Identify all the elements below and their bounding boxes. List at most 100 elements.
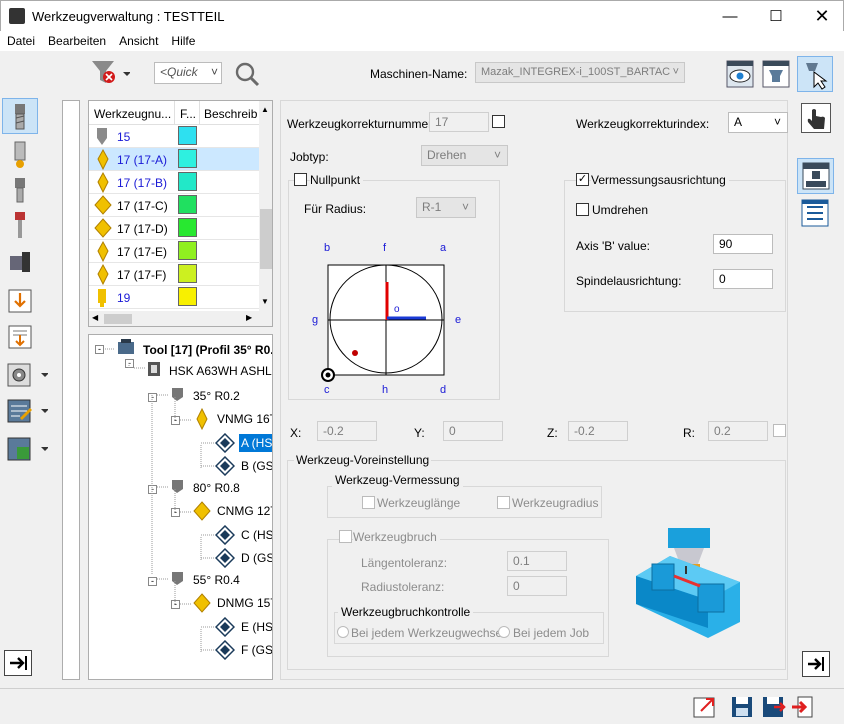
spindel-field[interactable]: 0 <box>713 269 773 289</box>
y-field[interactable]: 0 <box>443 421 503 441</box>
table-row[interactable]: 17 (17-B) <box>89 171 259 194</box>
col-header-description[interactable]: Beschreib <box>204 107 257 121</box>
vermessung-checkbox[interactable]: ✓ <box>576 173 589 186</box>
nullpunkt-checkbox[interactable] <box>294 173 307 186</box>
measure-icon <box>802 162 830 190</box>
export-button[interactable] <box>692 695 718 719</box>
menu-bar: Datei Bearbeiten Ansicht Hilfe <box>0 31 844 51</box>
tool-type-turning-button[interactable] <box>4 248 36 278</box>
tree-connectors <box>105 348 215 652</box>
table-vscrollbar[interactable]: ▲ ▼ <box>259 101 272 311</box>
machine-name-label: Maschinen-Name: <box>370 67 468 81</box>
radius-checkbox[interactable] <box>497 496 510 509</box>
radio-werkzeugwechsel[interactable] <box>337 626 349 638</box>
import-button[interactable] <box>4 286 36 316</box>
voreinstellung-label: Werkzeug-Voreinstellung <box>294 453 432 467</box>
r-field[interactable]: 0.2 <box>708 421 768 441</box>
axis-b-field[interactable]: 90 <box>713 234 773 254</box>
search-icon <box>235 62 260 87</box>
x-field[interactable]: -0.2 <box>317 421 377 441</box>
maximize-button[interactable]: ☐ <box>753 1 799 32</box>
col-header-color[interactable]: F... <box>180 107 196 121</box>
tool-settings-dropdown[interactable] <box>4 360 49 390</box>
radius-value: R-1 <box>422 200 442 214</box>
radio-job[interactable] <box>498 626 510 638</box>
table-row[interactable]: 17 (17-F) <box>89 263 259 286</box>
col-header-number[interactable]: Werkzeugnu... <box>94 107 171 121</box>
r-checkbox[interactable] <box>773 424 786 437</box>
tool-type-drill-button[interactable] <box>4 140 36 170</box>
view-button[interactable] <box>722 56 758 92</box>
z-field[interactable]: -0.2 <box>568 421 628 441</box>
y-label: Y: <box>414 426 425 440</box>
dial-d[interactable]: d <box>440 384 446 396</box>
dial-b[interactable]: b <box>324 242 330 254</box>
table-row[interactable]: 17 (17-C) <box>89 194 259 217</box>
tool-color-swatch <box>178 195 197 214</box>
umdrehen-checkbox[interactable] <box>576 203 589 216</box>
import-list-button[interactable] <box>4 322 36 352</box>
dial-h[interactable]: h <box>382 384 388 396</box>
zero-point-dial[interactable] <box>300 232 470 402</box>
save-button[interactable] <box>729 695 755 719</box>
insert-diamond-icon <box>97 148 109 170</box>
filter-icon <box>92 61 131 83</box>
table-row[interactable]: 17 (17-A) <box>89 148 259 171</box>
machine-name-select[interactable]: Mazak_INTEGREX-i_100ST_BARTAC ˅ <box>475 62 685 83</box>
tool-type-tap-button[interactable] <box>4 210 36 240</box>
korr-idx-value: A <box>734 115 743 129</box>
hand-button[interactable] <box>801 103 831 133</box>
dial-g[interactable]: g <box>312 314 318 326</box>
tool-number: 17 (17-F) <box>117 268 167 282</box>
select-mode-button[interactable] <box>797 56 833 92</box>
radius-select[interactable]: R-1 ˅ <box>416 197 476 218</box>
tool-view-button[interactable] <box>758 56 794 92</box>
menu-datei[interactable]: Datei <box>0 31 41 48</box>
menu-ansicht[interactable]: Ansicht <box>112 31 164 48</box>
radiustol-field[interactable]: 0 <box>507 576 567 596</box>
collapse-right-button[interactable] <box>802 651 830 677</box>
collapse-left-button[interactable] <box>4 650 32 676</box>
table-row[interactable]: 15 <box>89 125 259 148</box>
menu-bearbeiten[interactable]: Bearbeiten <box>41 31 112 48</box>
korr-idx-select[interactable]: A ˅ <box>728 112 788 133</box>
tool-tree: - Tool [17] (Profil 35° R0.2- HSK A63WH AS… <box>88 334 273 680</box>
table-row[interactable]: 19 <box>89 286 259 309</box>
jobtyp-select[interactable]: Drehen ˅ <box>421 145 508 166</box>
tool-type-mill-button[interactable] <box>4 176 36 206</box>
app-icon <box>9 8 25 24</box>
laengentol-field[interactable]: 0.1 <box>507 551 567 571</box>
bruch-checkbox[interactable] <box>339 530 352 543</box>
endmill-icon <box>15 104 25 130</box>
radius-label: Für Radius: <box>304 202 367 216</box>
table-row[interactable]: 17 (17-E) <box>89 240 259 263</box>
korr-num-checkbox[interactable] <box>492 115 505 128</box>
minimize-button[interactable]: — <box>707 1 753 32</box>
close-button[interactable]: ✕ <box>799 1 844 32</box>
save-as-button[interactable] <box>760 695 786 719</box>
korr-num-field[interactable]: 17 <box>429 112 489 132</box>
vermessung-sub-label: Werkzeug-Vermessung <box>332 473 463 487</box>
checklist-button[interactable] <box>800 198 830 228</box>
table-hscrollbar[interactable]: ◀ ▶ <box>89 311 272 326</box>
dial-c[interactable]: c <box>324 384 330 396</box>
splitter-panel[interactable] <box>62 100 80 680</box>
database-icon <box>7 437 49 461</box>
menu-hilfe[interactable]: Hilfe <box>164 31 201 48</box>
dial-e[interactable]: e <box>455 314 461 326</box>
tool-edit-dropdown[interactable] <box>4 396 49 426</box>
tool-type-endmill-button[interactable] <box>2 98 38 134</box>
laenge-label: Werkzeuglänge <box>377 496 461 510</box>
tool-db-dropdown[interactable] <box>4 434 49 464</box>
table-row[interactable]: 17 (17-D) <box>89 217 259 240</box>
dial-a[interactable]: a <box>440 242 446 254</box>
search-button[interactable] <box>232 60 262 88</box>
laenge-checkbox[interactable] <box>362 496 375 509</box>
dial-f[interactable]: f <box>383 242 386 254</box>
quick-search-input[interactable]: <Quick ˅ <box>154 62 222 84</box>
exit-button[interactable] <box>790 695 816 719</box>
dial-o[interactable]: o <box>394 304 400 315</box>
filter-clear-button[interactable] <box>90 58 131 88</box>
measure-view-button[interactable] <box>797 158 834 194</box>
tool-color-swatch <box>178 287 197 306</box>
